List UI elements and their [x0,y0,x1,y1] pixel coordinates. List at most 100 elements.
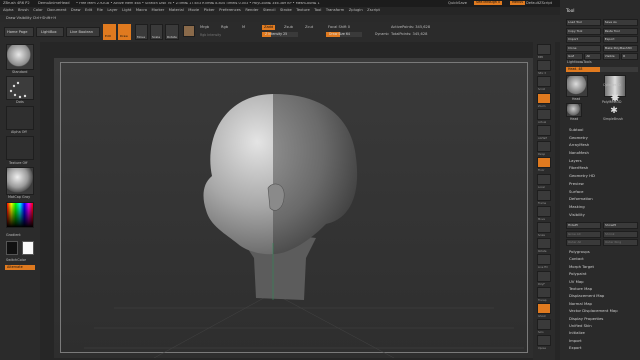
all-button[interactable]: All [584,53,602,60]
hidept-button[interactable]: HidePt [566,222,601,229]
rotate-button[interactable]: Rotate [165,24,179,40]
menu-file[interactable]: File [97,8,103,13]
zadd-button[interactable]: Zadd [262,24,276,31]
dynamic-toggle[interactable]: Dynamic [375,32,389,36]
section-nanomesh[interactable]: NanoMesh [569,151,595,155]
shelf-zoom-button[interactable]: Zoom [537,92,551,107]
zcut-button[interactable]: Zcut [305,25,313,30]
menu-marker[interactable]: Marker [152,8,165,13]
goz-button[interactable]: GoZ [566,53,583,60]
copy-tool-button[interactable]: Copy Tool [566,27,602,35]
section-texture-map[interactable]: Texture Map [569,287,618,291]
menu-texture[interactable]: Texture [296,8,310,13]
section-masking[interactable]: Masking [569,205,595,209]
menu-brush[interactable]: Brush [18,8,29,13]
section-unified-skin[interactable]: Unified Skin [569,324,618,328]
shelf-spix-3-button[interactable]: SPix 3 [537,60,551,75]
material-thumbnail[interactable] [6,167,34,195]
brush-thumbnail[interactable] [6,44,34,70]
color-picker[interactable] [6,202,34,228]
menu-tool[interactable]: Tool [314,8,321,13]
r-button[interactable]: R [621,53,638,60]
menu-layer[interactable]: Layer [107,8,117,13]
clone-button[interactable]: Clone [566,44,602,52]
alpha-thumbnail[interactable] [6,106,34,130]
draw-button[interactable]: Draw [118,24,131,40]
section-layers[interactable]: Layers [569,158,595,163]
shrink-button[interactable]: Shrink [603,230,638,238]
showpt-button[interactable]: ShowPt [603,222,638,229]
menu-draw[interactable]: Draw [71,8,81,13]
section-geometry[interactable]: Geometry [569,135,595,140]
menu-macro[interactable]: Macro [136,8,147,13]
save-as-button[interactable]: Save As [602,19,638,26]
grow-all-button[interactable]: Grow All [566,230,601,238]
shelf-line-fill-button[interactable]: Line Fill [537,254,551,269]
default-zscript-button[interactable]: DefaultZScript [526,1,552,6]
menus-button[interactable]: Menus [510,0,526,5]
shelf-frame-button[interactable]: Frame [537,189,551,204]
shelf-floor-button[interactable]: Floor [537,157,551,172]
rgb-intensity-slider[interactable]: Rgb Intensity [200,33,221,37]
focal-shift-slider[interactable]: Focal Shift 0 [328,25,350,30]
section-display-properties[interactable]: Display Properties [569,316,618,321]
move-button[interactable]: Move [135,24,148,40]
stroke-thumbnail[interactable] [6,76,34,100]
edit-button[interactable]: Edit [103,24,116,40]
shelf-persp-button[interactable]: Persp [537,141,551,156]
simplebrush-icon[interactable]: ✱ [608,106,620,116]
menu-movie[interactable]: Movie [188,8,199,13]
section-contact[interactable]: Contact [569,257,618,261]
shelf-transp-button[interactable]: Transp [537,286,551,301]
shelf-solo-button[interactable]: Solo [537,319,551,334]
section-vector-displacement-map[interactable]: Vector Displacement Map [569,309,618,313]
paste-tool-button[interactable]: Paste Tool [602,27,638,35]
shelf-move-button[interactable]: Move [537,205,551,220]
shelf-ghost-button[interactable]: Ghost [537,303,551,318]
tool-thumb-head[interactable] [566,75,588,97]
section-polypaint[interactable]: Polypaint [569,272,618,276]
tool-thumb-head-small[interactable] [566,103,582,117]
rgb-button[interactable]: Rgb [221,25,228,30]
outer-ring-button[interactable]: Outer Ring [603,239,638,246]
menu-zplugin[interactable]: Zplugin [349,8,363,13]
section-visibility[interactable]: Visibility [569,212,595,217]
head-slider[interactable]: Head. 48 [566,67,638,72]
mrgb-button[interactable]: Mrgb [200,25,209,30]
m-button[interactable]: M [242,25,245,30]
section-import[interactable]: Import [569,338,618,343]
scale-button[interactable]: Scale [150,24,163,40]
see-through-slider[interactable]: See-through 0 [474,0,503,5]
section-surface[interactable]: Surface [569,189,595,194]
menu-document[interactable]: Document [47,8,66,13]
z-intensity-slider[interactable]: Z Intensity 25 [262,32,298,37]
outer-all-button[interactable]: Outer All [566,239,601,246]
shelf-polyf-button[interactable]: PolyF [537,270,551,285]
draw-size-slider[interactable]: Draw Size 64 [326,32,362,37]
lightbox-tools-button[interactable]: Lightbox▸Tools [567,60,592,64]
menu-picker[interactable]: Picker [204,8,215,13]
shelf-bpr-button[interactable]: BPR [537,44,551,59]
section-export[interactable]: Export [569,346,618,350]
shelf-aahalf-button[interactable]: AAHalf [537,124,551,140]
home-page-button[interactable]: Home Page [4,27,34,37]
export-button[interactable]: Export [602,36,638,43]
menu-stencil[interactable]: Stencil [263,8,275,13]
lightbox-button[interactable]: LightBox [36,27,64,37]
section-deformation[interactable]: Deformation [569,197,595,201]
shelf-local-button[interactable]: Local [537,173,551,188]
menu-color[interactable]: Color [33,8,43,13]
section-displacement-map[interactable]: Displacement Map [569,294,618,298]
menu-preferences[interactable]: Preferences [219,8,241,13]
section-preview[interactable]: Preview [569,182,595,186]
menu-render[interactable]: Render [245,8,258,13]
menu-material[interactable]: Material [169,8,184,13]
shelf-scroll-button[interactable]: Scroll [537,76,551,91]
zsub-button[interactable]: Zsub [284,25,293,30]
section-geometry-hd[interactable]: Geometry HD [569,174,595,178]
menu-light[interactable]: Light [122,8,131,13]
main-color-swatch[interactable] [22,241,34,255]
menu-stroke[interactable]: Stroke [280,8,292,13]
section-subtool[interactable]: Subtool [569,128,595,132]
visible-button[interactable]: Visible [602,53,620,60]
